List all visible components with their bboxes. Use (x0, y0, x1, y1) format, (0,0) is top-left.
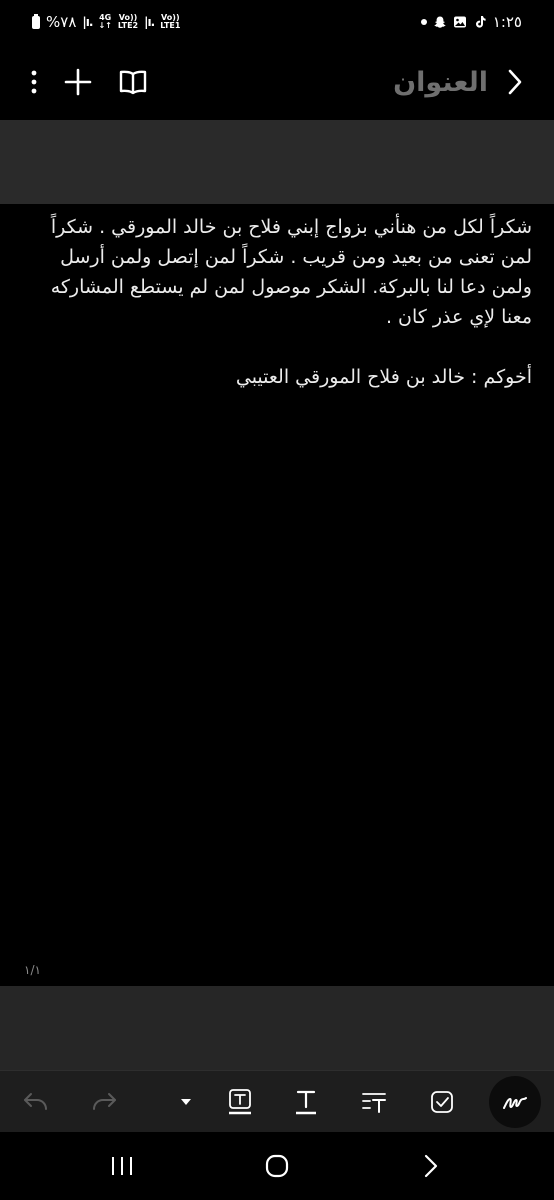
tiktok-icon (475, 16, 486, 28)
app-header: العنوان (0, 44, 554, 120)
redo-icon (93, 1092, 116, 1110)
text-align-button[interactable] (361, 1089, 387, 1115)
network-type-2: Vo)) LTE2 (118, 14, 138, 30)
back-button[interactable] (506, 68, 524, 96)
note-title[interactable]: العنوان (393, 67, 488, 98)
battery-icon (32, 13, 40, 29)
title-band (0, 120, 554, 204)
text-box-icon (229, 1088, 251, 1114)
redo-button[interactable] (90, 1090, 118, 1114)
snapchat-icon (434, 16, 446, 28)
more-options-button[interactable] (30, 69, 38, 95)
checkbox-icon (431, 1090, 453, 1113)
header-title-wrap: العنوان (393, 67, 524, 98)
battery-text: %٧٨ (46, 13, 77, 31)
dropdown-arrow-icon (181, 1098, 191, 1105)
note-paragraph: شكراً لكل من هنأني بزواج إبني فلاح بن خا… (50, 216, 532, 328)
network-type-3: Vo)) LTE1 (160, 14, 180, 30)
home-button[interactable] (264, 1153, 290, 1179)
text-box-button[interactable] (227, 1088, 253, 1116)
chevron-right-icon (508, 69, 522, 95)
text-underline-icon (296, 1090, 316, 1114)
system-navigation-bar (0, 1132, 554, 1200)
plus-icon (64, 68, 92, 96)
network-type-3-bottom: LTE1 (160, 21, 181, 30)
header-actions (30, 68, 148, 96)
recent-apps-icon (112, 1157, 132, 1175)
bottom-empty-area (0, 986, 554, 1070)
network-type-2-bottom: LTE2 (117, 21, 139, 30)
undo-button[interactable] (22, 1090, 50, 1114)
editor-toolbar (0, 1070, 554, 1132)
text-align-icon (362, 1092, 386, 1113)
add-button[interactable] (64, 68, 92, 96)
gallery-icon (453, 16, 466, 28)
network-type-1-bottom: ↓↑ (98, 21, 112, 30)
signal-bars-2: |ı. (144, 15, 155, 29)
notification-dot (420, 19, 427, 25)
back-icon (424, 1154, 438, 1178)
note-signature: أخوكم : خالد بن فلاح المورقي العتيبي (235, 366, 532, 388)
back-nav-button[interactable] (423, 1153, 439, 1179)
network-type-1: 4G ↓↑ (98, 14, 111, 30)
signal-bars-1: |ı. (82, 15, 93, 29)
dropdown-button[interactable] (180, 1098, 192, 1106)
more-vertical-icon (31, 70, 37, 94)
home-icon (265, 1154, 289, 1178)
page-indicator: ١/١ (24, 963, 41, 977)
status-bar: %٧٨ |ı. 4G ↓↑ Vo)) LTE2 |ı. Vo)) LTE1 ١:… (0, 0, 554, 44)
checklist-button[interactable] (429, 1089, 455, 1115)
status-left: %٧٨ |ı. 4G ↓↑ Vo)) LTE2 |ı. Vo)) LTE1 (32, 13, 180, 31)
text-style-button[interactable] (293, 1088, 319, 1116)
recent-apps-button[interactable] (110, 1155, 134, 1177)
reading-mode-button[interactable] (118, 69, 148, 95)
status-right: ١:٢٥ (420, 13, 522, 31)
pen-button[interactable] (489, 1075, 541, 1128)
book-icon (119, 70, 147, 95)
note-content[interactable]: شكراً لكل من هنأني بزواج إبني فلاح بن خا… (28, 212, 532, 392)
clock-time: ١:٢٥ (492, 13, 522, 31)
pen-icon (503, 1096, 527, 1109)
undo-icon (24, 1092, 47, 1110)
